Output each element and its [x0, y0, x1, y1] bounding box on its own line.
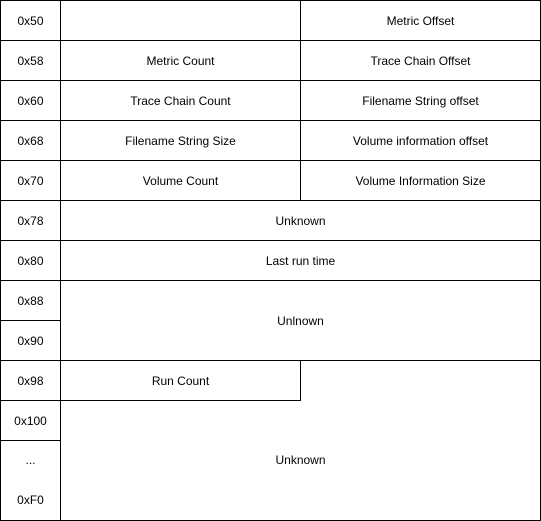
offset-cell: 0x78 — [0, 200, 61, 241]
field-label: Unlnown — [277, 313, 324, 328]
field-label: Volume Count — [142, 173, 219, 188]
offset-label: 0x90 — [17, 333, 44, 348]
field-metric-offset: Metric Offset — [300, 0, 541, 41]
offset-label: 0x68 — [17, 133, 44, 148]
field-label: Metric Offset — [386, 13, 455, 28]
offset-label: 0x80 — [17, 253, 44, 268]
empty-field — [60, 0, 301, 41]
offset-cell: 0x60 — [0, 80, 61, 121]
offset-label: 0x60 — [17, 93, 44, 108]
offset-cell: 0x100 — [0, 400, 61, 441]
field-unknown-block: Unlnown — [60, 280, 541, 361]
offset-label: 0x100 — [14, 413, 47, 428]
field-run-count: Run Count — [60, 360, 301, 401]
field-label: Unknown — [275, 213, 326, 228]
field-label: Last run time — [265, 253, 336, 268]
field-label: Unknown — [275, 453, 326, 467]
field-label: Trace Chain Offset — [370, 53, 471, 68]
offset-cell: 0x58 — [0, 40, 61, 81]
offset-label: 0x70 — [17, 173, 44, 188]
field-last-run-time: Last run time — [60, 240, 541, 281]
offset-label: 0xF0 — [17, 493, 44, 507]
field-trace-chain-offset: Trace Chain Offset — [300, 40, 541, 81]
field-unknown: Unknown — [60, 200, 541, 241]
offset-label: 0x98 — [17, 373, 44, 388]
offset-label: 0x58 — [17, 53, 44, 68]
field-metric-count: Metric Count — [60, 40, 301, 81]
offset-ellipsis: ... — [25, 453, 36, 467]
offset-cell: 0x88 — [0, 280, 61, 321]
offset-cell: 0x90 — [0, 320, 61, 361]
field-label: Volume Information Size — [355, 173, 486, 188]
offset-cell: 0x50 — [0, 0, 61, 41]
offset-label: 0x50 — [17, 13, 44, 28]
offset-cell: 0x80 — [0, 240, 61, 281]
field-volume-information-size: Volume Information Size — [300, 160, 541, 201]
field-label: Volume information offset — [352, 133, 489, 148]
field-label: Filename String Size — [125, 133, 236, 148]
field-label: Run Count — [151, 373, 210, 388]
offset-label: 0x88 — [17, 293, 44, 308]
field-filename-string-offset: Filename String offset — [300, 80, 541, 121]
field-label: Metric Count — [146, 53, 215, 68]
offset-cell: 0x68 — [0, 120, 61, 161]
field-volume-information-offset: Volume information offset — [300, 120, 541, 161]
field-filename-string-size: Filename String Size — [60, 120, 301, 161]
field-label: Filename String offset — [362, 93, 479, 108]
offset-cell: 0x98 — [0, 360, 61, 401]
field-label: Trace Chain Count — [130, 93, 231, 108]
offset-label: 0x78 — [17, 213, 44, 228]
field-trace-chain-count: Trace Chain Count — [60, 80, 301, 121]
field-volume-count: Volume Count — [60, 160, 301, 201]
offset-cell: 0x70 — [0, 160, 61, 201]
